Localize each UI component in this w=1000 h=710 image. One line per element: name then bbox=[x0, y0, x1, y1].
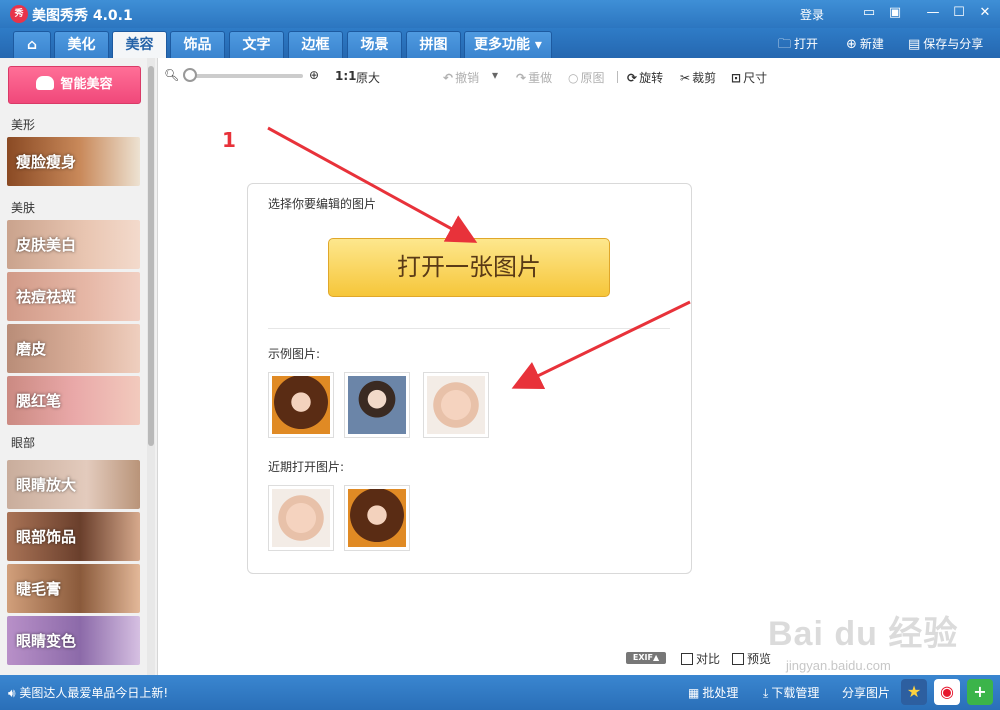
tab-beautify[interactable]: 美化 bbox=[54, 31, 109, 58]
feature-slim-face[interactable]: 瘦脸瘦身 bbox=[7, 137, 140, 186]
original-image-icon: ○ bbox=[568, 71, 579, 85]
examples-label: 示例图片: bbox=[268, 347, 321, 361]
tab-accessories[interactable]: 饰品 bbox=[170, 31, 225, 58]
smart-beauty-icon bbox=[36, 76, 55, 90]
tab-more-features[interactable]: 更多功能 ▾ bbox=[464, 31, 552, 58]
feature-eye-color[interactable]: 眼睛变色 bbox=[7, 616, 140, 665]
redo-button[interactable]: ↷ 重做 bbox=[516, 69, 552, 86]
resize-button[interactable]: ⊡ 尺寸 bbox=[731, 69, 767, 86]
beauty-tools-panel: 智能美容 美形 瘦脸瘦身 美肤 皮肤美白 祛痘祛斑 磨皮 腮红笔 眼部 眼睛放大… bbox=[0, 58, 158, 675]
tab-collage[interactable]: 拼图 bbox=[406, 31, 461, 58]
feature-acne-removal[interactable]: 祛痘祛斑 bbox=[7, 272, 140, 321]
feature-eye-accessories[interactable]: 眼部饰品 bbox=[7, 512, 140, 561]
feature-smoothing[interactable]: 磨皮 bbox=[7, 324, 140, 373]
scissors-icon: ✂ bbox=[680, 71, 691, 85]
share-image-button[interactable]: 分享图片 bbox=[842, 684, 890, 701]
card-title: 选择你要编辑的图片 bbox=[268, 197, 377, 211]
open-image-button[interactable]: 打开一张图片 bbox=[328, 238, 610, 297]
star-icon[interactable]: ★ bbox=[901, 679, 927, 705]
zoom-slider-track[interactable] bbox=[185, 74, 303, 78]
save-icon: ▤ bbox=[908, 37, 921, 52]
example-thumbnail[interactable] bbox=[344, 372, 410, 438]
zoom-in-icon[interactable]: ⊕ bbox=[309, 68, 319, 82]
crop-button[interactable]: ✂ 裁剪 bbox=[680, 69, 716, 86]
example-image bbox=[348, 376, 406, 434]
download-icon: ⤓ bbox=[763, 686, 769, 700]
home-icon: ⌂ bbox=[26, 37, 38, 53]
example-thumbnail[interactable] bbox=[423, 372, 489, 438]
plus-circle-icon: ⊕ bbox=[846, 37, 857, 52]
example-thumbnail[interactable] bbox=[268, 372, 334, 438]
tab-home[interactable]: ⌂ bbox=[13, 31, 51, 58]
redo-icon: ↷ bbox=[516, 71, 527, 85]
undo-icon: ↶ bbox=[443, 71, 454, 85]
preview-button[interactable]: 预览 bbox=[732, 650, 771, 667]
feature-skin-whitening[interactable]: 皮肤美白 bbox=[7, 220, 140, 269]
feature-eye-enlarge[interactable]: 眼睛放大 bbox=[7, 460, 140, 509]
card-divider bbox=[268, 328, 670, 329]
batch-process-button[interactable]: ▦ 批处理 bbox=[688, 684, 738, 701]
batch-icon: ▦ bbox=[688, 686, 700, 700]
app-title: 美图秀秀 4.0.1 bbox=[32, 8, 133, 24]
rotate-icon: ⟳ bbox=[627, 71, 638, 85]
zoom-out-icon[interactable]: 🔍︎ bbox=[164, 68, 179, 82]
minimize-icon[interactable]: — bbox=[925, 5, 941, 21]
tab-text[interactable]: 文字 bbox=[229, 31, 284, 58]
recent-image bbox=[348, 489, 406, 547]
close-icon[interactable]: ✕ bbox=[977, 5, 993, 21]
recent-image bbox=[272, 489, 330, 547]
login-link[interactable]: 登录 bbox=[800, 6, 824, 23]
actual-size-ratio[interactable]: 1:1 bbox=[335, 69, 357, 83]
left-panel-scroll-thumb[interactable] bbox=[148, 66, 154, 446]
app-logo: 秀 bbox=[10, 5, 28, 23]
tab-scene[interactable]: 场景 bbox=[347, 31, 402, 58]
recent-thumbnail[interactable] bbox=[344, 485, 410, 551]
feedback-icon[interactable]: ▭ bbox=[861, 5, 877, 21]
annotation-number: 1 bbox=[222, 128, 236, 152]
toolbar-divider bbox=[617, 71, 618, 83]
undo-history-dropdown[interactable]: ▾ bbox=[492, 68, 498, 82]
section-label-shape: 美形 bbox=[11, 118, 36, 132]
recent-thumbnail[interactable] bbox=[268, 485, 334, 551]
watermark-url: jingyan.baidu.com bbox=[786, 658, 891, 673]
skin-icon[interactable]: ▣ bbox=[887, 5, 903, 21]
open-file-button[interactable]: 🗀 打开 bbox=[778, 35, 818, 57]
section-label-eyes: 眼部 bbox=[11, 436, 36, 450]
feature-blush[interactable]: 腮红笔 bbox=[7, 376, 140, 425]
status-bar: 🔊︎ 美图达人最爱单品今日上新! ▦ 批处理 ⤓ 下载管理 分享图片 ★ ◉ + bbox=[0, 675, 1000, 710]
undo-button[interactable]: ↶ 撤销 bbox=[443, 69, 479, 86]
add-icon[interactable]: + bbox=[967, 679, 993, 705]
maximize-icon[interactable]: ☐ bbox=[951, 5, 967, 21]
watermark-main: Bai du 经验 bbox=[768, 615, 959, 653]
tab-beauty[interactable]: 美容 bbox=[112, 31, 167, 58]
resize-icon: ⊡ bbox=[731, 71, 742, 85]
section-label-skin: 美肤 bbox=[11, 201, 36, 215]
weibo-icon[interactable]: ◉ bbox=[934, 679, 960, 705]
folder-icon: 🗀 bbox=[778, 37, 792, 52]
main-tab-bar: ⌂ 美化 美容 饰品 文字 边框 场景 拼图 更多功能 ▾ 🗀 打开 ⊕ 新建 ▤ 保… bbox=[0, 28, 1000, 58]
compare-button[interactable]: 对比 bbox=[681, 650, 720, 667]
example-image bbox=[272, 376, 330, 434]
exif-button[interactable]: EXIF▲ bbox=[626, 652, 666, 664]
preview-icon bbox=[732, 653, 744, 665]
rotate-button[interactable]: ⟳ 旋转 bbox=[627, 69, 663, 86]
example-image bbox=[427, 376, 485, 434]
baidu-watermark: Bai du 经验 jingyan.baidu.com bbox=[768, 606, 988, 676]
smart-beauty-button[interactable]: 智能美容 bbox=[8, 66, 141, 104]
new-button[interactable]: ⊕ 新建 bbox=[846, 35, 884, 52]
feature-mascara[interactable]: 睫毛膏 bbox=[7, 564, 140, 613]
original-image-button[interactable]: ○ 原图 bbox=[568, 69, 605, 86]
tab-frame[interactable]: 边框 bbox=[288, 31, 343, 58]
zoom-slider-knob[interactable] bbox=[183, 68, 197, 82]
recent-label: 近期打开图片: bbox=[268, 460, 345, 474]
compare-icon bbox=[681, 653, 693, 665]
download-manager-button[interactable]: ⤓ 下载管理 bbox=[763, 684, 819, 701]
title-bar: 秀 美图秀秀 4.0.1 登录 ▭ ▣ — ☐ ✕ bbox=[0, 0, 1000, 28]
save-share-button[interactable]: ▤ 保存与分享 bbox=[908, 35, 983, 52]
original-size-button[interactable]: 原大 bbox=[356, 69, 380, 86]
status-message[interactable]: 🔊︎ 美图达人最爱单品今日上新! bbox=[8, 684, 168, 701]
speaker-icon: 🔊︎ bbox=[8, 686, 16, 700]
